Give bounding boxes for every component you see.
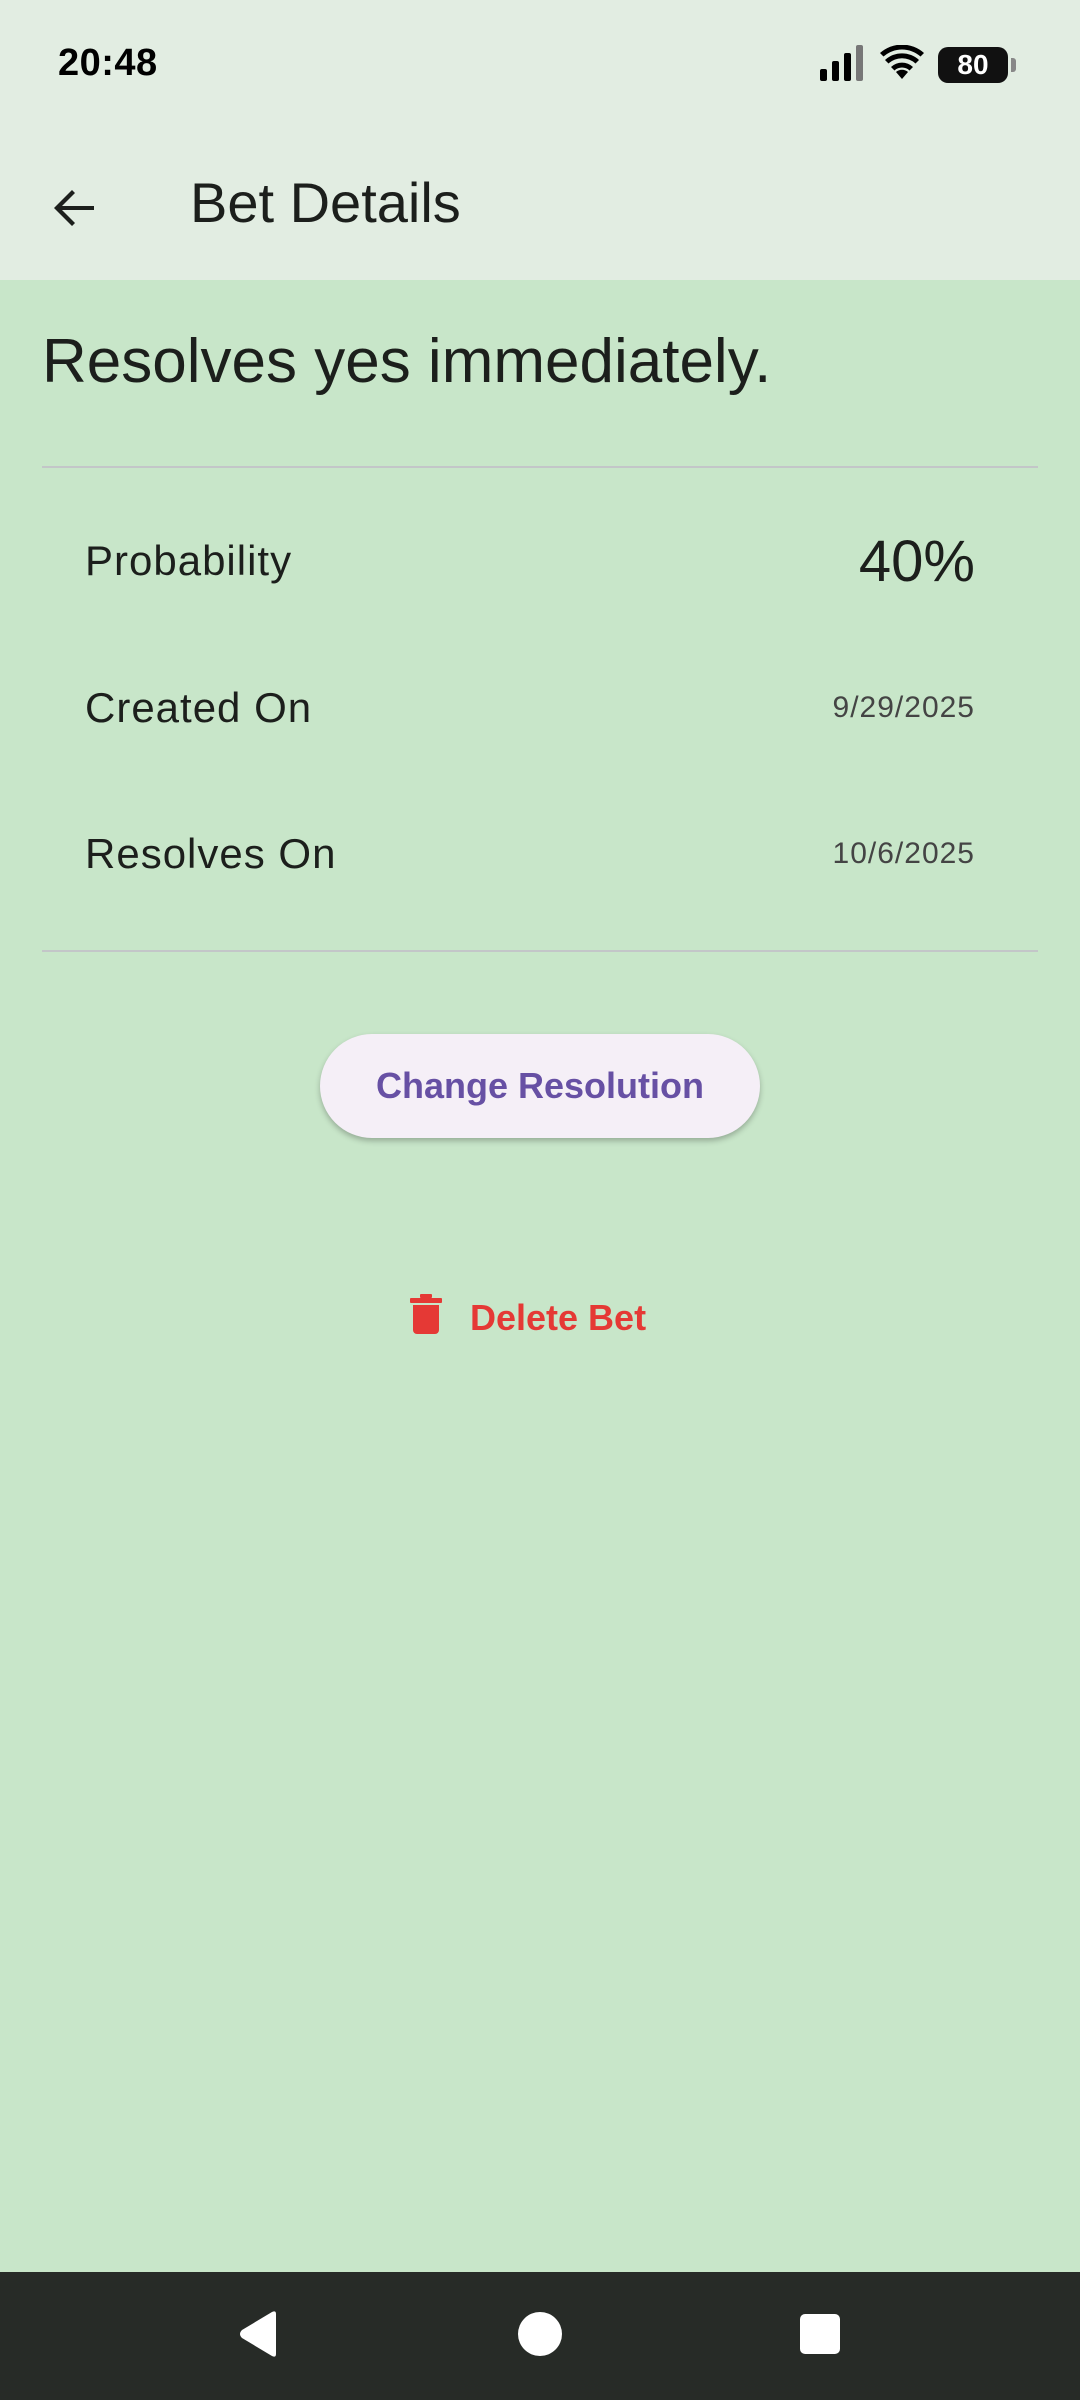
trash-icon: [410, 1293, 442, 1343]
app-bar: Bet Details: [0, 130, 1080, 280]
status-icons: 80: [820, 42, 1016, 88]
status-bar: 20:48 80: [0, 0, 1080, 130]
change-resolution-button[interactable]: Change Resolution: [320, 1034, 760, 1138]
system-nav-bar: [0, 2272, 1080, 2400]
detail-label: Probability: [85, 537, 293, 584]
detail-label: Resolves On: [85, 830, 337, 877]
wifi-icon: [880, 44, 924, 86]
page-title: Bet Details: [190, 171, 461, 234]
status-time: 20:48: [58, 42, 158, 84]
detail-label: Created On: [85, 684, 313, 731]
back-triangle-icon: [236, 2310, 280, 2363]
delete-bet-label: Delete Bet: [470, 1297, 647, 1338]
nav-back-button[interactable]: [218, 2296, 298, 2376]
resolves-on-value: 10/6/2025: [832, 837, 975, 870]
battery-level: 80: [957, 49, 989, 80]
detail-row-resolves-on: Resolves On 10/6/2025: [85, 804, 975, 904]
arrow-back-icon: [50, 184, 98, 237]
probability-value: 40%: [858, 528, 975, 594]
divider-top: [42, 466, 1038, 468]
detail-row-created-on: Created On 9/29/2025: [85, 658, 975, 758]
detail-row-probability: Probability 40%: [85, 511, 975, 611]
recents-square-icon: [799, 2313, 841, 2360]
battery-icon: 80: [938, 47, 1016, 83]
delete-bet-button[interactable]: Delete Bet: [410, 1278, 646, 1358]
bet-title: Resolves yes immediately.: [42, 327, 772, 396]
divider-bottom: [42, 950, 1038, 952]
nav-home-button[interactable]: [500, 2296, 580, 2376]
created-on-value: 9/29/2025: [832, 691, 975, 724]
nav-recents-button[interactable]: [780, 2296, 860, 2376]
back-button[interactable]: [26, 162, 122, 258]
signal-icon: [820, 44, 866, 86]
home-circle-icon: [517, 2311, 563, 2362]
